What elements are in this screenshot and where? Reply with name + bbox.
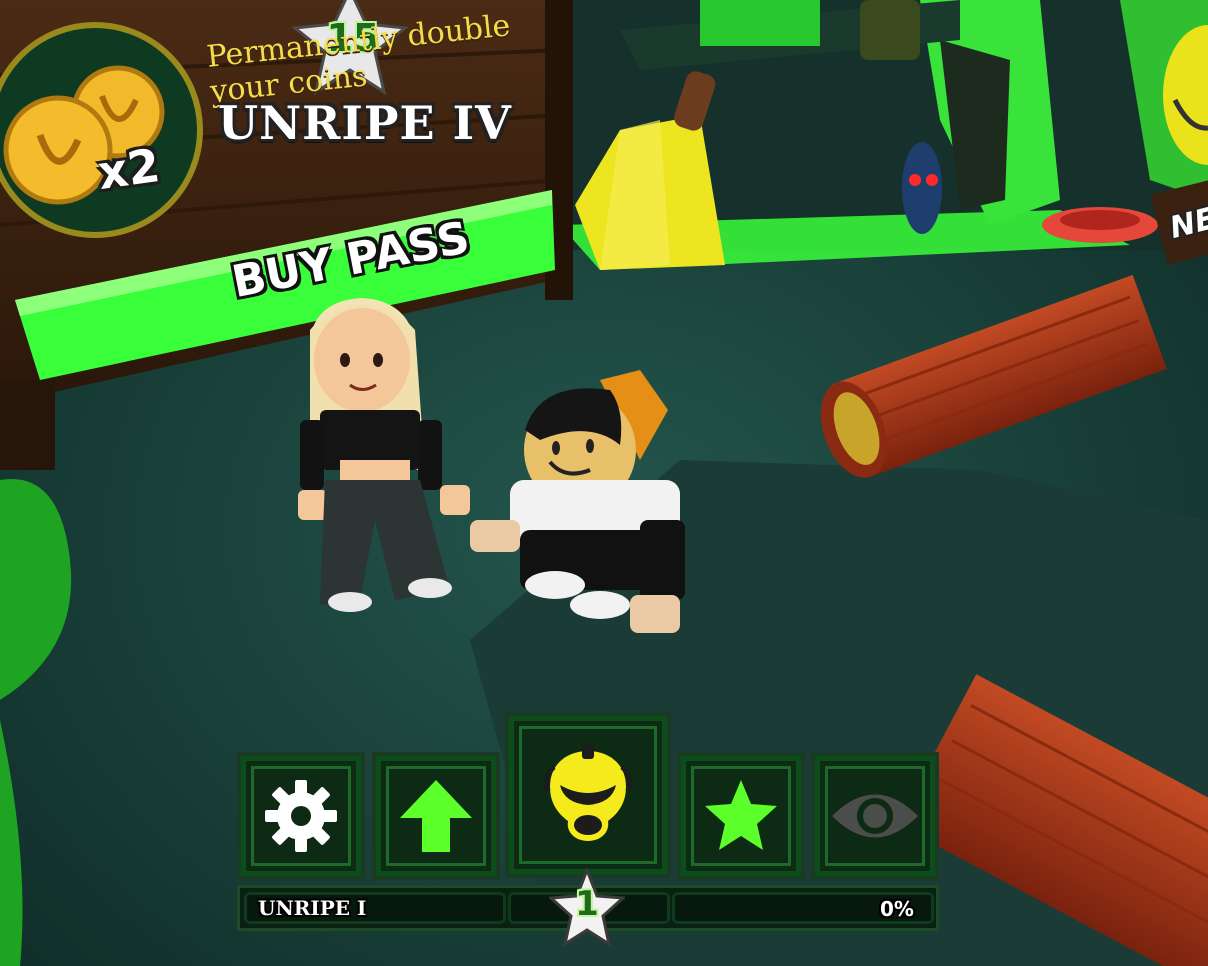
upgrade-button[interactable] — [372, 752, 500, 880]
skins-button[interactable] — [505, 712, 671, 878]
level-percent: 0% — [880, 897, 914, 921]
banana-mask-icon — [509, 716, 667, 874]
star-icon — [681, 756, 801, 876]
settings-button[interactable] — [237, 752, 365, 880]
pass-title: UNRIPE IV — [218, 96, 512, 150]
rewards-button[interactable] — [677, 752, 805, 880]
spectate-button[interactable] — [811, 752, 939, 880]
level-number: 1 — [575, 884, 599, 924]
arrow-up-icon — [376, 756, 496, 876]
level-name: UNRIPE I — [258, 896, 367, 920]
gear-icon — [241, 756, 361, 876]
coin-multiplier: x2 — [94, 137, 164, 201]
eye-icon — [815, 756, 935, 876]
